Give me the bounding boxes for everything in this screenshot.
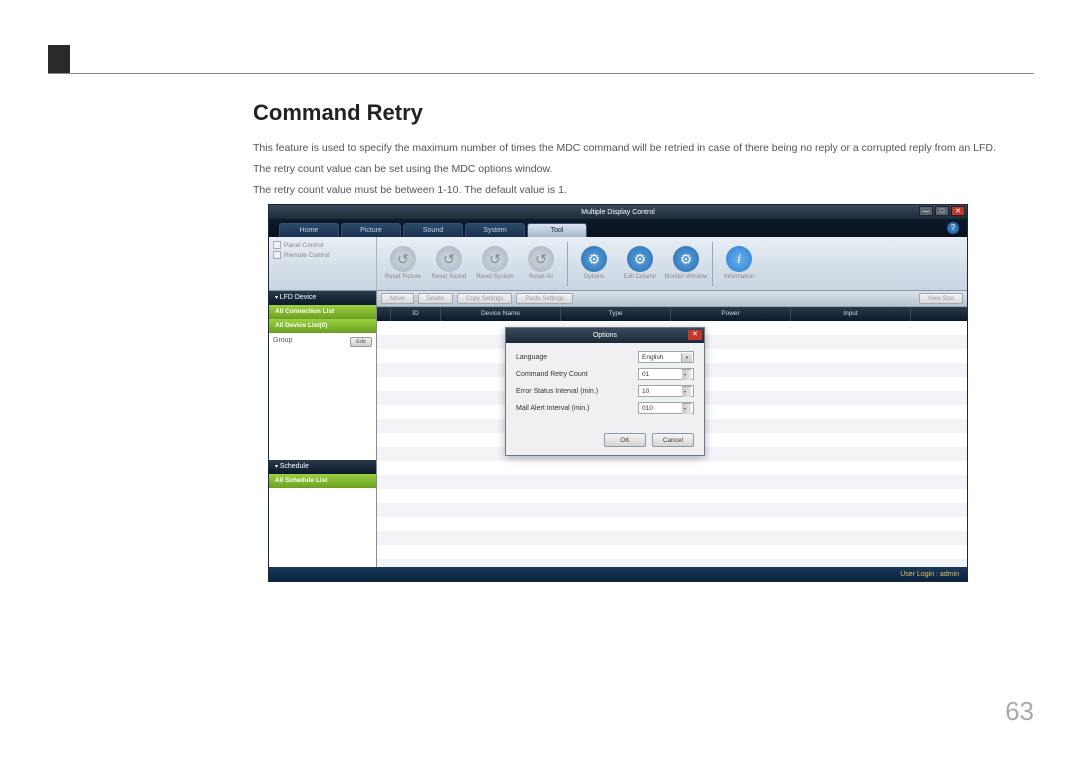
header-mark <box>48 45 70 73</box>
maximize-button[interactable]: □ <box>935 206 949 216</box>
mail-alert-interval-min--input[interactable]: 010 <box>638 402 694 414</box>
column-header[interactable]: Type <box>561 307 671 321</box>
user-login-status: User Login : admin <box>900 571 959 578</box>
reset-icon: ↺ <box>482 246 508 272</box>
field-label: Mail Alert Interval (min.) <box>516 405 590 412</box>
panel-control-label: Panel Control <box>284 242 323 249</box>
reset-all-button[interactable]: ↺ Reset All <box>519 240 563 288</box>
field-label: Command Retry Count <box>516 371 588 378</box>
column-header[interactable] <box>377 307 391 321</box>
delete-button[interactable]: Delete <box>418 293 453 304</box>
menubar: HomePictureSoundSystemTool? <box>269 219 967 237</box>
table-header: IDDevice NameTypePowerInput <box>377 307 967 321</box>
remote-control-label: Remote Control <box>284 252 330 259</box>
description-3: The retry count value must be between 1-… <box>253 182 1035 199</box>
toolbar: Panel Control Remote Control ↺ Reset Pict… <box>269 237 967 291</box>
menu-tab-tool[interactable]: Tool <box>527 223 587 237</box>
menu-tab-picture[interactable]: Picture <box>341 223 401 237</box>
gear-icon: ⚙ <box>581 246 607 272</box>
table-grid: Options ✕ Language English Command Retry C… <box>377 321 967 567</box>
field-label: Language <box>516 354 547 361</box>
button-label: Reset System <box>476 274 513 281</box>
status-bar: User Login : admin <box>269 567 967 581</box>
options-dialog: Options ✕ Language English Command Retry C… <box>505 327 705 456</box>
info-icon: i <box>726 246 752 272</box>
dialog-close-button[interactable]: ✕ <box>688 330 702 340</box>
menu-tab-home[interactable]: Home <box>279 223 339 237</box>
reset-icon: ↺ <box>390 246 416 272</box>
button-label: Reset All <box>529 274 553 281</box>
dialog-title: Options <box>593 332 617 339</box>
sidebar: LFD Device All Connection List All Devic… <box>269 291 377 567</box>
error-status-interval-min--input[interactable]: 10 <box>638 385 694 397</box>
reset-system-button[interactable]: ↺ Reset System <box>473 240 517 288</box>
button-label: Reset Sound <box>432 274 467 281</box>
sidebar-schedule-list[interactable]: All Schedule List <box>269 474 376 488</box>
help-icon[interactable]: ? <box>947 222 959 234</box>
column-header[interactable]: Device Name <box>441 307 561 321</box>
move-button[interactable]: Move <box>381 293 414 304</box>
titlebar: Multiple Display Control — □ ✕ <box>269 205 967 219</box>
button-label: Reset Picture <box>385 274 421 281</box>
reset-icon: ↺ <box>528 246 554 272</box>
edit-column-button[interactable]: ⚙ Edit Column <box>618 240 662 288</box>
gear-icon: ⚙ <box>673 246 699 272</box>
sidebar-header-schedule[interactable]: Schedule <box>269 460 376 474</box>
header-rule <box>48 73 1034 74</box>
sidebar-schedule-body <box>269 488 376 567</box>
ok-button[interactable]: OK <box>604 433 646 447</box>
sidebar-header-lfd[interactable]: LFD Device <box>269 291 376 305</box>
column-header[interactable]: Power <box>671 307 791 321</box>
information-button[interactable]: i Information <box>717 240 761 288</box>
action-bar: Move Delete Copy Settings Paste Settings… <box>377 291 967 307</box>
app-title: Multiple Display Control <box>581 209 655 216</box>
button-label: Information <box>724 274 754 281</box>
sidebar-body: Group Edit <box>269 333 376 460</box>
command-retry-count-input[interactable]: 01 <box>638 368 694 380</box>
checkbox-icon[interactable] <box>273 241 281 249</box>
button-label: Options <box>584 274 605 281</box>
gear-icon: ⚙ <box>627 246 653 272</box>
reset-picture-button[interactable]: ↺ Reset Picture <box>381 240 425 288</box>
section-heading: Command Retry <box>253 100 1035 126</box>
minimize-button[interactable]: — <box>919 206 933 216</box>
field-label: Error Status Interval (min.) <box>516 388 598 395</box>
button-label: Edit Column <box>624 274 657 281</box>
dialog-titlebar: Options ✕ <box>506 328 704 343</box>
cancel-button[interactable]: Cancel <box>652 433 694 447</box>
description-2: The retry count value can be set using t… <box>253 161 1035 178</box>
column-header[interactable]: ID <box>391 307 441 321</box>
toolbar-left-panel: Panel Control Remote Control <box>269 237 377 290</box>
sidebar-device-list[interactable]: All Device List(0) <box>269 319 376 333</box>
sidebar-connection-list[interactable]: All Connection List <box>269 305 376 319</box>
reset-sound-button[interactable]: ↺ Reset Sound <box>427 240 471 288</box>
page-number: 63 <box>1005 696 1034 727</box>
paste-settings-button[interactable]: Paste Settings <box>516 293 573 304</box>
language-input[interactable]: English <box>638 351 694 363</box>
checkbox-icon[interactable] <box>273 251 281 259</box>
group-label: Group <box>273 337 292 347</box>
copy-settings-button[interactable]: Copy Settings <box>457 293 512 304</box>
menu-tab-sound[interactable]: Sound <box>403 223 463 237</box>
monitor-window-button[interactable]: ⚙ Monitor Window <box>664 240 708 288</box>
close-button[interactable]: ✕ <box>951 206 965 216</box>
app-window: Multiple Display Control — □ ✕ HomePictu… <box>268 204 968 582</box>
button-label: Monitor Window <box>664 274 707 281</box>
edit-button[interactable]: Edit <box>350 337 372 347</box>
main-panel: Move Delete Copy Settings Paste Settings… <box>377 291 967 567</box>
view-size-button[interactable]: View Size <box>919 293 963 304</box>
column-header[interactable]: Input <box>791 307 911 321</box>
description-1: This feature is used to specify the maxi… <box>253 140 1035 157</box>
reset-icon: ↺ <box>436 246 462 272</box>
options-button[interactable]: ⚙ Options <box>572 240 616 288</box>
menu-tab-system[interactable]: System <box>465 223 525 237</box>
